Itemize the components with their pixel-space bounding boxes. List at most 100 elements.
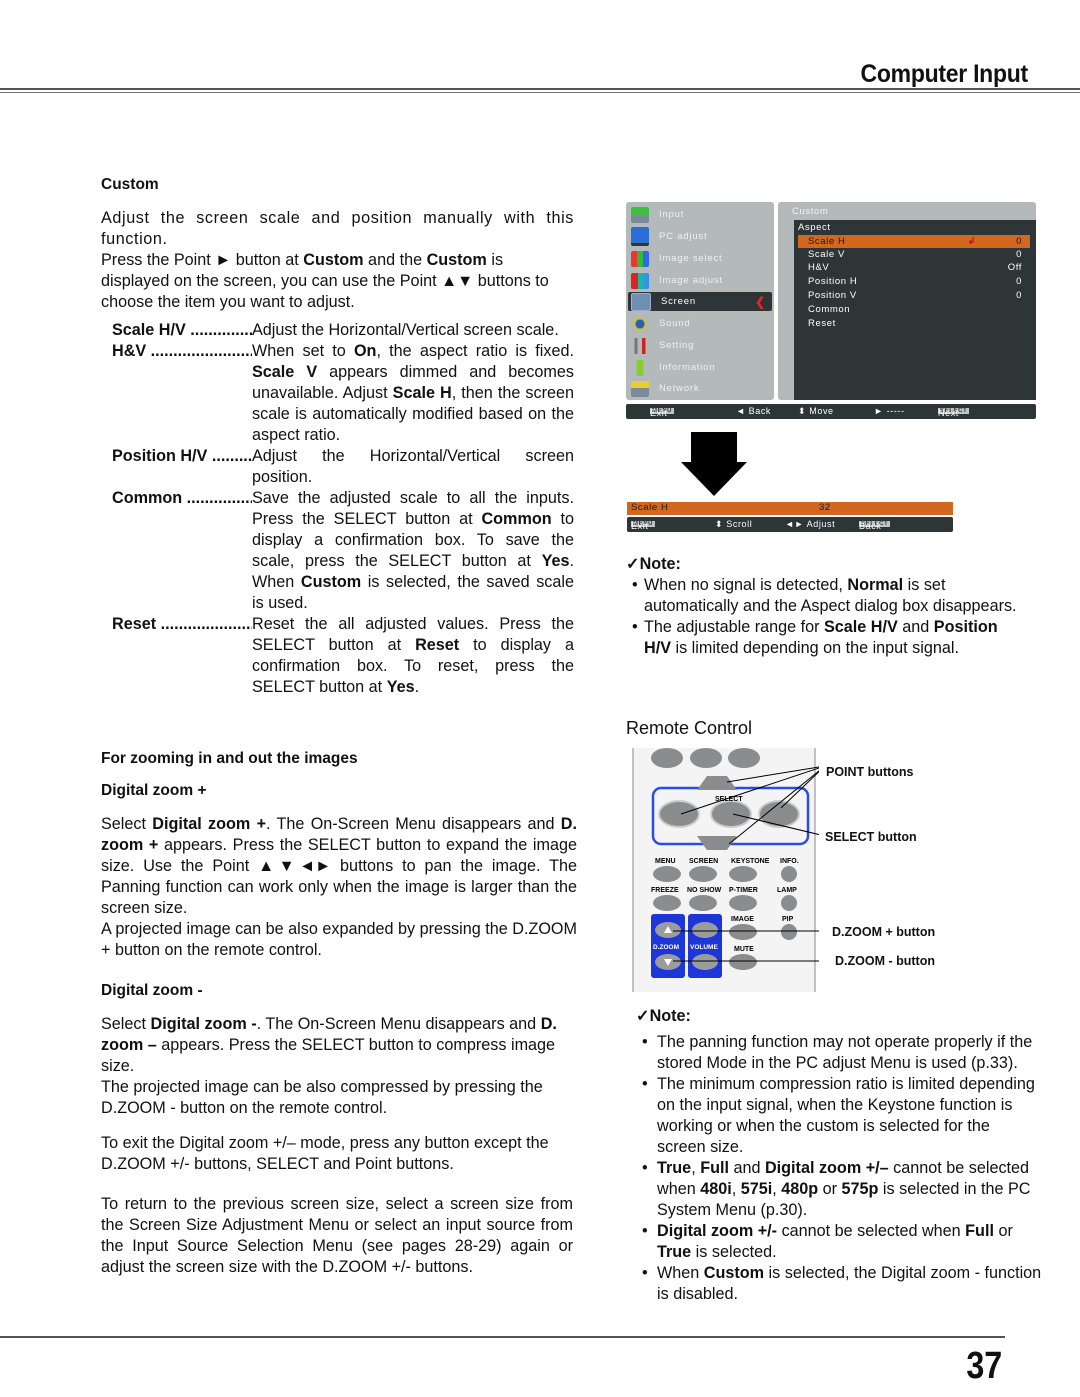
help-adjust: ◄► Adjust — [785, 519, 836, 529]
label-menu: MENU — [655, 858, 676, 865]
osd-submenu-header: Aspect — [798, 222, 831, 233]
term: 575i — [740, 1180, 773, 1198]
osd-row-common[interactable]: Common — [798, 303, 1030, 316]
osd-item-screen[interactable]: Screen ❮ — [628, 292, 772, 311]
osd-item-input[interactable]: Input — [628, 205, 772, 224]
no-show-button — [689, 895, 717, 911]
help-scroll: ⬍ Scroll — [715, 519, 753, 529]
label-image: IMAGE — [731, 916, 754, 923]
osd-row-scale-v[interactable]: Scale V 0 — [798, 248, 1030, 261]
def-desc: Reset the all adjusted values. Press the… — [252, 614, 574, 698]
term: On — [353, 342, 377, 360]
digital-zoom-minus-text: Select Digital zoom -. The On-Screen Men… — [101, 1014, 571, 1119]
help-dash: ► ----- — [874, 406, 905, 416]
osd-item-image-adjust[interactable]: Image adjust — [628, 271, 772, 290]
term: Scale V — [252, 363, 318, 381]
def-term: Reset ............................... — [112, 615, 252, 633]
osd-item-setting[interactable]: Setting — [628, 336, 772, 355]
def-term: Scale H/V .................. — [112, 321, 252, 339]
label-no-show: NO SHOW — [687, 887, 722, 894]
lamp-button — [781, 895, 797, 911]
text: is selected. — [691, 1243, 777, 1261]
label: Reset — [808, 318, 836, 329]
text: , the aspect ratio is fixed. — [376, 342, 574, 360]
volume-plus-button — [692, 922, 718, 938]
text: . The On-Screen Menu disappears and — [256, 1015, 541, 1033]
label: Information — [659, 362, 716, 373]
def-scale-hv: Scale H/V .................. Adjust the … — [112, 320, 574, 341]
note-bullet: True, Full and Digital zoom +/– cannot b… — [636, 1158, 1042, 1221]
osd-item-sound[interactable]: Sound — [628, 314, 772, 333]
osd-row-reset[interactable]: Reset — [798, 317, 1030, 330]
label-screen: SCREEN — [689, 858, 718, 865]
image-select-icon — [631, 250, 649, 267]
note-bullet: Digital zoom +/- cannot be selected when… — [636, 1221, 1042, 1263]
label-pip: PIP — [782, 916, 794, 923]
term: Full — [965, 1222, 994, 1240]
text: Select — [101, 815, 153, 833]
text: , — [691, 1159, 701, 1177]
label: Scale H — [808, 236, 846, 247]
osd-item-information[interactable]: Information — [628, 358, 772, 377]
help-exit: Exit — [650, 408, 668, 418]
digital-zoom-plus-remote-text: A projected image can be also expanded b… — [101, 920, 577, 959]
text: and the — [363, 251, 427, 269]
def-desc: When set to On, the aspect ratio is fixe… — [252, 341, 574, 446]
image-button — [729, 924, 757, 940]
label-p-timer: P-TIMER — [729, 887, 758, 894]
term: Digital zoom - — [150, 1015, 257, 1033]
osd-row-hv[interactable]: H&V Off — [798, 261, 1030, 274]
osd-item-network[interactable]: Network — [628, 379, 772, 398]
label: Scale V — [808, 249, 845, 260]
information-icon — [631, 359, 649, 376]
text: Select — [101, 1015, 151, 1033]
osd-item-pc-adjust[interactable]: PC adjust — [628, 227, 772, 246]
return-arrow-icon: ↲ — [967, 236, 977, 247]
label: Common — [808, 304, 851, 315]
volume-minus-button — [692, 954, 718, 970]
osd-row-scale-h[interactable]: Scale H ↲ 0 — [798, 235, 1030, 248]
adjust-value: 32 — [819, 502, 831, 513]
scale-h-adjust-bar: Scale H 32 — [627, 502, 953, 515]
term: Scale H/V — [823, 618, 898, 636]
term: Full — [700, 1159, 729, 1177]
term: 480i — [700, 1180, 732, 1198]
term: Custom — [303, 251, 364, 269]
page-number: 37 — [966, 1345, 1002, 1387]
osd-row-position-v[interactable]: Position V 0 — [798, 289, 1030, 302]
text: and — [728, 1159, 765, 1177]
help-exit: Exit — [631, 521, 649, 531]
point-right-button — [758, 800, 800, 828]
custom-press-paragraph: Press the Point ► button at Custom and t… — [101, 250, 574, 313]
remote-control-heading: Remote Control — [626, 718, 753, 738]
custom-definition-list: Scale H/V .................. Adjust the … — [112, 320, 574, 698]
osd-item-image-select[interactable]: Image select — [628, 249, 772, 268]
top-button — [651, 748, 683, 768]
label-mute: MUTE — [734, 946, 754, 953]
value: Off — [1007, 262, 1022, 273]
zoom-heading: For zooming in and out the images — [101, 750, 358, 767]
term: Digital zoom +/- — [657, 1222, 778, 1240]
network-icon — [631, 380, 649, 397]
text: appears. Press the SELECT button to comp… — [101, 1036, 556, 1075]
footer-rule — [0, 1336, 1005, 1338]
digital-zoom-plus-heading: Digital zoom + — [101, 782, 207, 799]
label: H&V — [808, 262, 830, 273]
input-icon — [631, 206, 649, 223]
osd-row-position-h[interactable]: Position H 0 — [798, 275, 1030, 288]
sound-icon — [631, 315, 649, 332]
mute-button — [729, 954, 757, 970]
def-term: H&V .............................. — [112, 342, 252, 360]
adjust-help-bar: MENU Exit ⬍ Scroll ◄► Adjust SELECT Back — [627, 517, 953, 532]
term: Custom — [300, 573, 362, 591]
label-dzoom: D.ZOOM — [653, 944, 679, 951]
label: Image select — [659, 253, 723, 264]
osd-menu: Input PC adjust Image select Image adjus… — [626, 202, 1036, 420]
help-move: ⬍ Move — [798, 406, 834, 416]
def-desc: Save the adjusted scale to all the input… — [252, 488, 574, 614]
text: , — [772, 1180, 782, 1198]
pip-button — [781, 924, 797, 940]
text: , — [731, 1180, 741, 1198]
keystone-button — [729, 866, 757, 882]
osd-main-menu: Input PC adjust Image select Image adjus… — [626, 202, 774, 400]
